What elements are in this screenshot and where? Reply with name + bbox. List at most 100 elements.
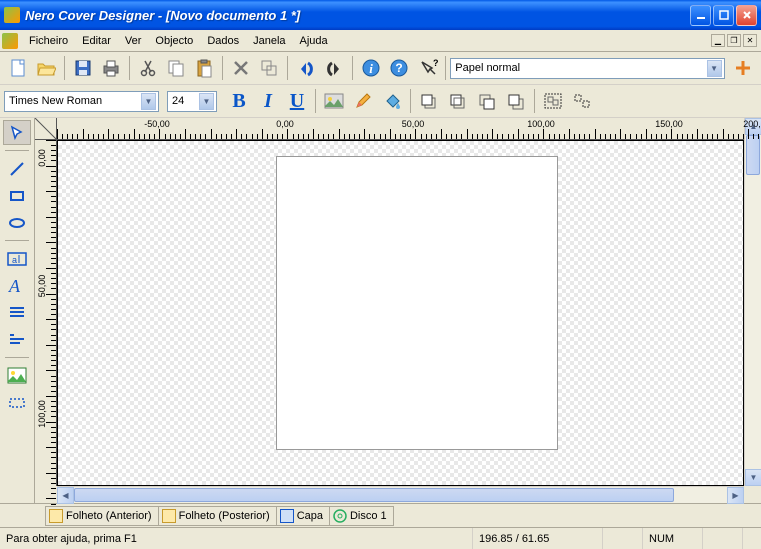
tab-booklet-back[interactable]: Folheto (Posterior) xyxy=(159,506,277,526)
booklet-icon xyxy=(162,509,176,523)
dropdown-arrow-icon: ▼ xyxy=(141,93,156,110)
status-coordinates: 196.85 / 61.65 xyxy=(473,528,603,549)
font-name-select[interactable]: Times New Roman ▼ xyxy=(4,91,159,112)
menu-edit[interactable]: Editar xyxy=(75,32,118,50)
dropdown-arrow-icon: ▼ xyxy=(199,93,214,110)
info-button[interactable]: i xyxy=(357,54,384,82)
scroll-thumb-h[interactable] xyxy=(74,488,674,502)
line-tool[interactable] xyxy=(3,156,31,181)
context-help-button[interactable]: ? xyxy=(414,54,441,82)
menu-view[interactable]: Ver xyxy=(118,32,149,50)
scroll-right-button[interactable]: ▶ xyxy=(727,487,744,504)
svg-text:?: ? xyxy=(395,61,402,75)
help-button[interactable]: ? xyxy=(385,54,412,82)
ellipse-tool[interactable] xyxy=(3,210,31,235)
font-size-select[interactable]: 24 ▼ xyxy=(167,91,217,112)
bring-front-button[interactable] xyxy=(415,87,443,115)
window-title: Nero Cover Designer - [Novo documento 1 … xyxy=(25,8,688,23)
dropdown-arrow-icon: ▼ xyxy=(707,60,722,77)
ruler-corner xyxy=(35,118,57,140)
cut-button[interactable] xyxy=(134,54,161,82)
fill-tool-button[interactable] xyxy=(378,87,406,115)
send-back-button[interactable] xyxy=(444,87,472,115)
selection-tool[interactable] xyxy=(3,120,31,145)
delete-button[interactable] xyxy=(227,54,254,82)
status-help-text: Para obter ajuda, prima F1 xyxy=(0,528,473,549)
text-box-tool[interactable]: a xyxy=(3,246,31,271)
svg-text:i: i xyxy=(369,61,373,76)
field-tool[interactable] xyxy=(3,390,31,415)
directory-tool[interactable] xyxy=(3,327,31,352)
scroll-thumb-v[interactable] xyxy=(746,135,760,175)
document-page[interactable] xyxy=(276,156,558,450)
svg-text:?: ? xyxy=(433,58,438,68)
underline-button[interactable]: U xyxy=(283,87,311,115)
redo-button[interactable] xyxy=(320,54,347,82)
tool-panel: a A xyxy=(0,118,35,503)
svg-text:a: a xyxy=(12,255,17,265)
menu-data[interactable]: Dados xyxy=(200,32,246,50)
group-button[interactable] xyxy=(539,87,567,115)
underline-icon: U xyxy=(290,90,304,113)
booklet-icon xyxy=(49,509,63,523)
horizontal-scrollbar[interactable]: ◀ ▶ xyxy=(57,486,744,503)
mdi-minimize[interactable]: ▁ xyxy=(711,34,725,47)
menu-object[interactable]: Objecto xyxy=(148,32,200,50)
minimize-button[interactable] xyxy=(690,5,711,26)
font-name-value: Times New Roman xyxy=(9,95,102,107)
print-button[interactable] xyxy=(97,54,124,82)
menu-help[interactable]: Ajuda xyxy=(293,32,335,50)
canvas-viewport[interactable] xyxy=(57,140,744,486)
artistic-text-tool[interactable]: A xyxy=(3,273,31,298)
duplicate-button[interactable] xyxy=(256,54,283,82)
save-button[interactable] xyxy=(69,54,96,82)
status-numlock: NUM xyxy=(643,528,703,549)
app-icon xyxy=(4,7,20,23)
title-bar: Nero Cover Designer - [Novo documento 1 … xyxy=(0,0,761,30)
pencil-tool-button[interactable] xyxy=(349,87,377,115)
tab-disc1[interactable]: Disco 1 xyxy=(330,506,394,526)
scroll-left-button[interactable]: ◀ xyxy=(57,487,74,504)
format-toolbar: Times New Roman ▼ 24 ▼ B I U xyxy=(0,85,761,118)
paper-type-select[interactable]: Papel normal ▼ xyxy=(450,58,724,79)
menu-file[interactable]: Ficheiro xyxy=(22,32,75,50)
vertical-scrollbar[interactable]: ▲ ▼ xyxy=(744,118,761,486)
vertical-ruler[interactable]: 0,00 50,00 100,00 xyxy=(35,140,57,486)
canvas-area: -50,00 0,00 50,00 100,00 150,00 200,00 0… xyxy=(35,118,761,503)
horizontal-ruler[interactable]: -50,00 0,00 50,00 100,00 150,00 200,00 xyxy=(57,118,744,140)
doc-icon[interactable] xyxy=(2,33,18,49)
standard-toolbar: i ? ? Papel normal ▼ xyxy=(0,52,761,85)
disc-icon xyxy=(333,509,347,523)
add-paper-button[interactable] xyxy=(730,54,757,82)
italic-icon: I xyxy=(264,90,272,113)
bring-forward-button[interactable] xyxy=(473,87,501,115)
menu-window[interactable]: Janela xyxy=(246,32,292,50)
image-insert-tool[interactable] xyxy=(3,363,31,388)
document-tabs: Folheto (Anterior) Folheto (Posterior) C… xyxy=(0,503,761,527)
rectangle-tool[interactable] xyxy=(3,183,31,208)
inlay-icon xyxy=(280,509,294,523)
send-backward-button[interactable] xyxy=(502,87,530,115)
track-list-tool[interactable] xyxy=(3,300,31,325)
copy-button[interactable] xyxy=(162,54,189,82)
mdi-restore[interactable]: ❐ xyxy=(727,34,741,47)
scroll-corner xyxy=(744,486,761,503)
menu-bar: Ficheiro Editar Ver Objecto Dados Janela… xyxy=(0,30,761,52)
bold-button[interactable]: B xyxy=(225,87,253,115)
close-button[interactable] xyxy=(736,5,757,26)
open-button[interactable] xyxy=(32,54,59,82)
maximize-button[interactable] xyxy=(713,5,734,26)
paper-type-value: Papel normal xyxy=(455,62,520,74)
ungroup-button[interactable] xyxy=(568,87,596,115)
paste-button[interactable] xyxy=(191,54,218,82)
image-tool-button[interactable] xyxy=(320,87,348,115)
tab-booklet-front[interactable]: Folheto (Anterior) xyxy=(45,506,159,526)
undo-button[interactable] xyxy=(292,54,319,82)
mdi-close[interactable]: ✕ xyxy=(743,34,757,47)
italic-button[interactable]: I xyxy=(254,87,282,115)
scroll-down-button[interactable]: ▼ xyxy=(745,469,761,486)
status-bar: Para obter ajuda, prima F1 196.85 / 61.6… xyxy=(0,527,761,549)
tab-inlay[interactable]: Capa xyxy=(277,506,330,526)
bold-icon: B xyxy=(232,90,245,113)
new-button[interactable] xyxy=(4,54,31,82)
